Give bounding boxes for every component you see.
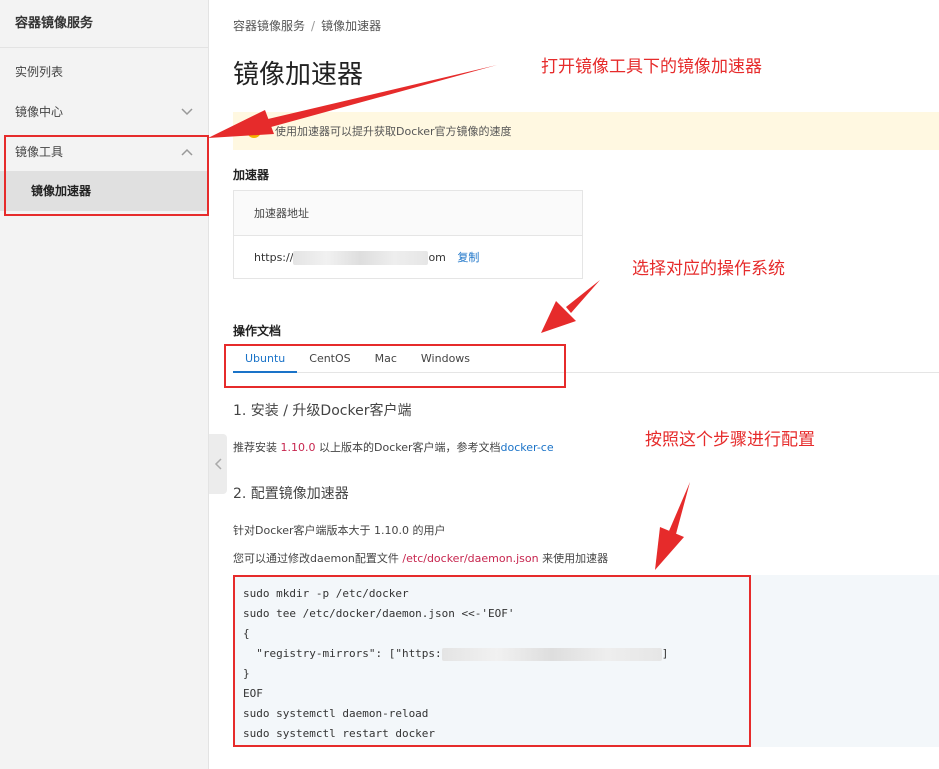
- annotation-arrow-3: [669, 482, 690, 534]
- annotation-arrow-1: [268, 65, 497, 127]
- annotation-arrow-1-head: [208, 110, 274, 138]
- annotation-arrows: [208, 65, 690, 570]
- annotation-arrow-3-head: [655, 527, 684, 570]
- annotation-arrow-2: [566, 280, 600, 313]
